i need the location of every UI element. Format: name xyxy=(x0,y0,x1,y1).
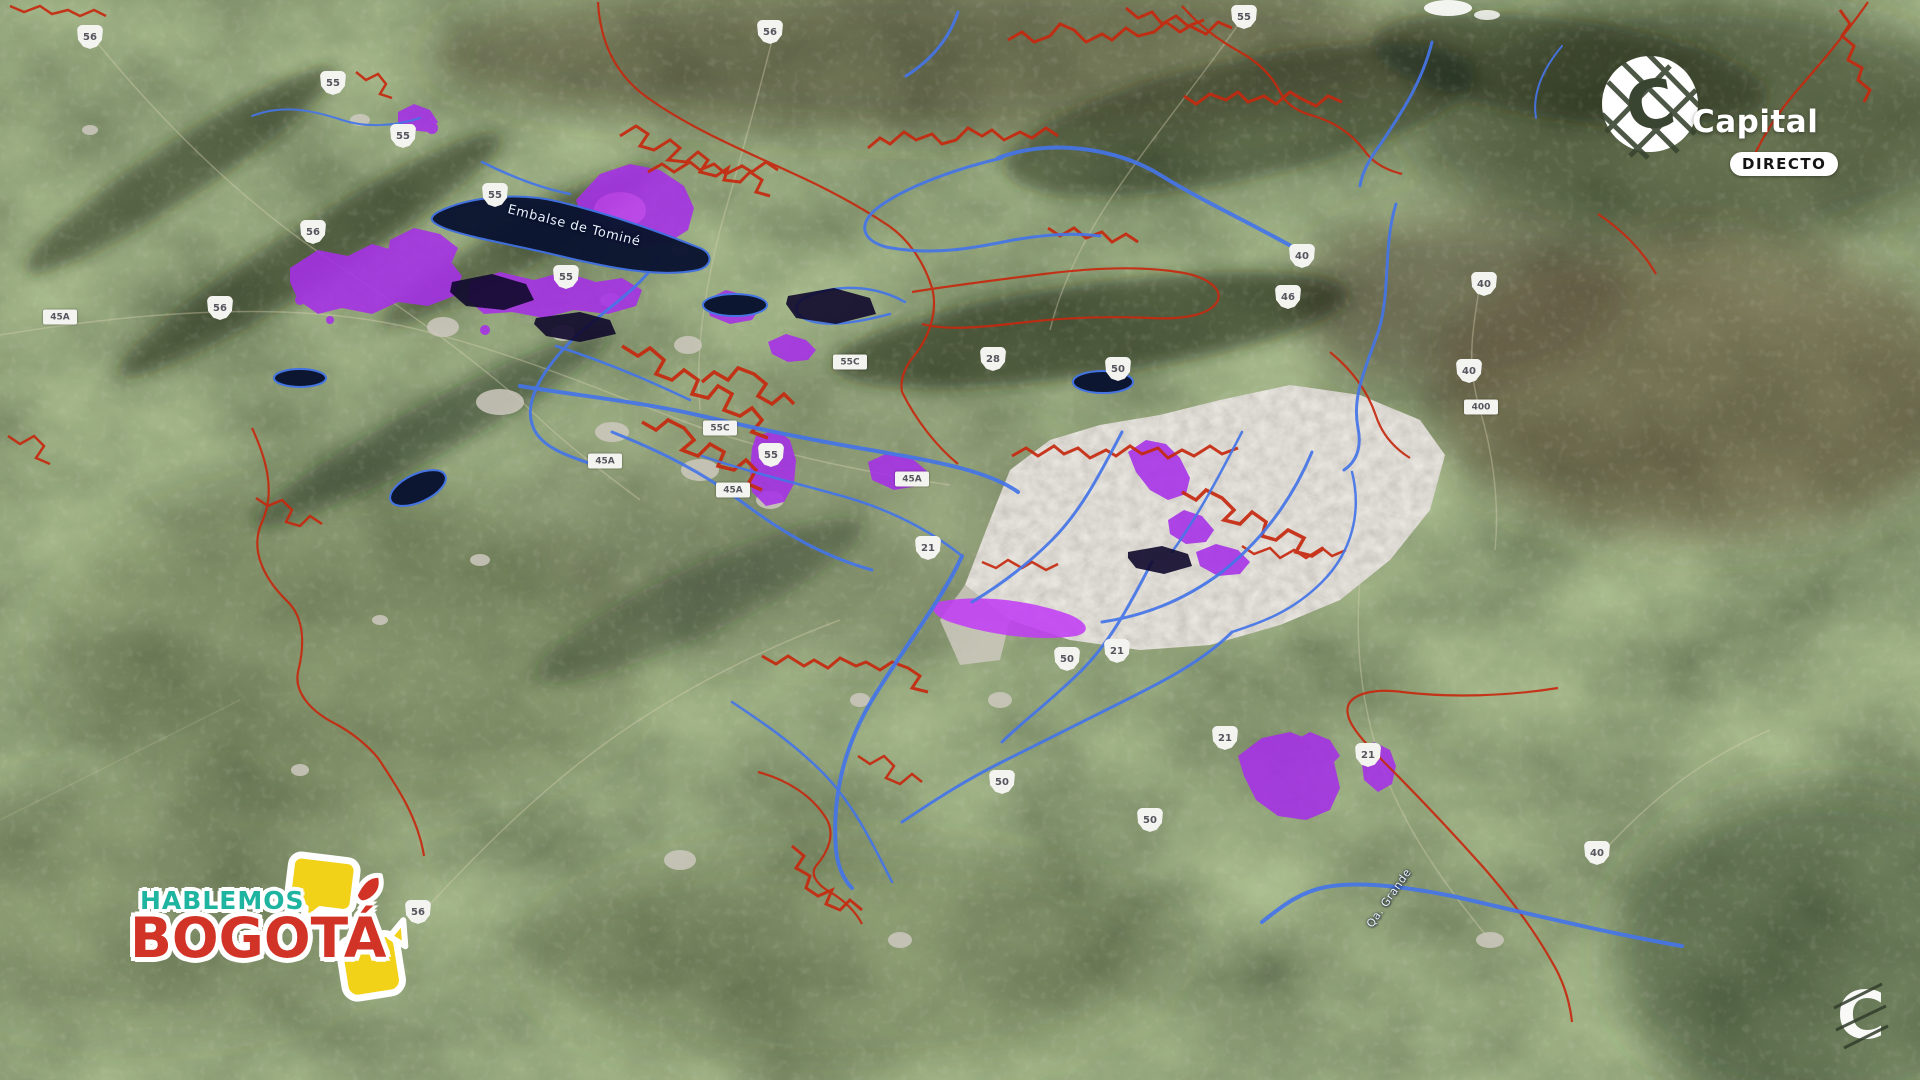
channel-bug: C Capital DIRECTO xyxy=(1600,48,1900,188)
show-logo: HABLEMOS BOGOTÁ xyxy=(110,848,450,1028)
road-badge-55C: 55C xyxy=(833,355,867,370)
watermark-letter: C xyxy=(1837,978,1885,1054)
capital-logo-icon: C xyxy=(1600,48,1700,160)
broadcast-frame: 56555655555556555645A40464040400285055C5… xyxy=(0,0,1920,1080)
road-badge-45A: 45A xyxy=(588,454,622,469)
leaf-accent-icon xyxy=(110,848,450,1028)
road-badge-45A: 45A xyxy=(43,310,77,325)
road-badge-45A: 45A xyxy=(895,472,929,487)
live-badge: DIRECTO xyxy=(1730,152,1838,176)
watermark-logo: C xyxy=(1826,978,1896,1054)
road-badge-45A: 45A xyxy=(716,483,750,498)
road-badge-55C: 55C xyxy=(703,421,737,436)
channel-name: Capital xyxy=(1692,104,1818,140)
road-badge-400: 400 xyxy=(1464,400,1498,415)
